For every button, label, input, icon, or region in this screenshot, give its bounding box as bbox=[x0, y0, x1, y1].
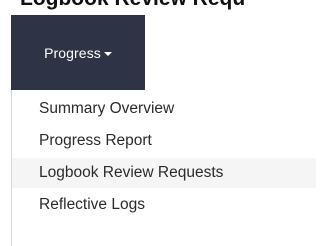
page: Logbook Review Requ Progress Summary Ove… bbox=[0, 0, 318, 246]
page-title: Logbook Review Requ bbox=[20, 0, 245, 11]
menu-item-logbook-review-requests[interactable]: Logbook Review Requests bbox=[12, 158, 316, 188]
progress-dropdown-toggle[interactable]: Progress bbox=[11, 15, 145, 90]
menu-item-progress-report[interactable]: Progress Report bbox=[12, 126, 316, 156]
menu-item-summary-overview[interactable]: Summary Overview bbox=[12, 94, 316, 124]
progress-dropdown-menu: Summary Overview Progress Report Logbook… bbox=[11, 90, 316, 246]
caret-down-icon bbox=[103, 51, 112, 56]
progress-dropdown-label: Progress bbox=[44, 44, 101, 61]
menu-item-reflective-logs[interactable]: Reflective Logs bbox=[12, 190, 316, 220]
